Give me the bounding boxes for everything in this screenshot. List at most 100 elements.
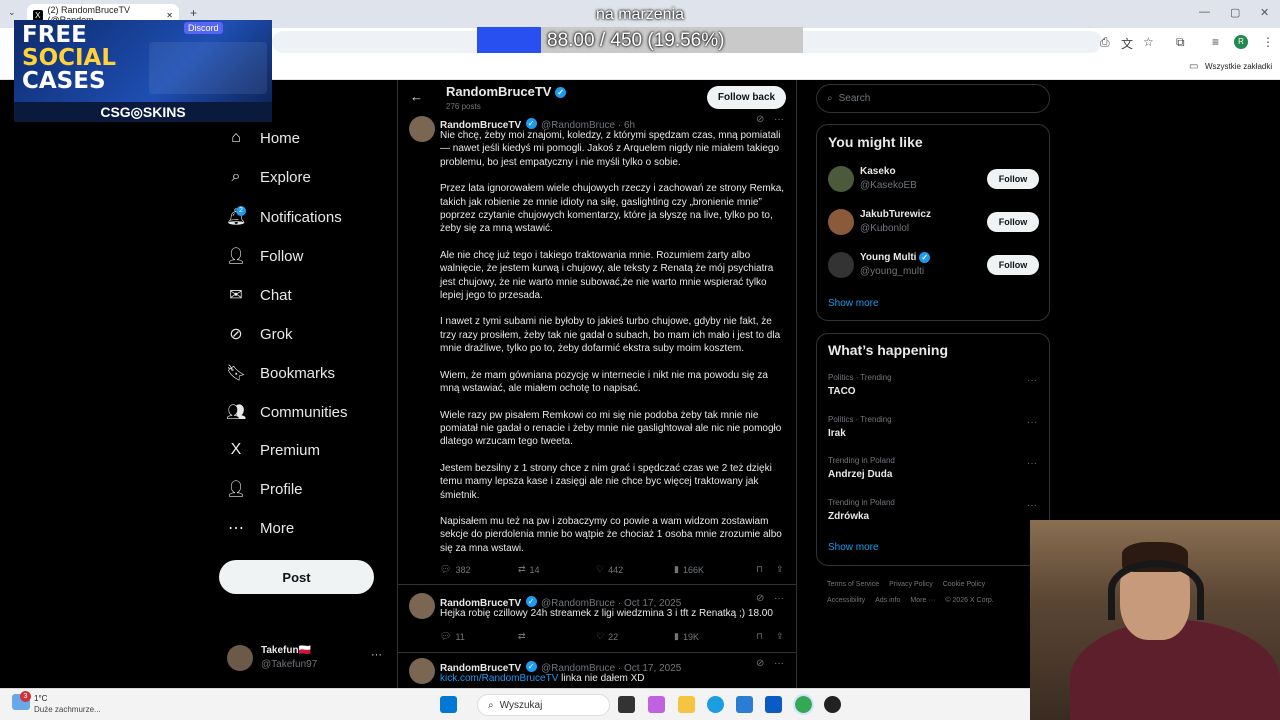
share-icon[interactable]: ⇪ bbox=[776, 564, 784, 575]
grok-icon[interactable]: ⊘ bbox=[756, 114, 764, 125]
task-view-icon[interactable] bbox=[618, 696, 635, 713]
nav-item-bookmarks[interactable]: 🔖︎ Bookmarks bbox=[226, 363, 335, 383]
footer-link[interactable]: Accessibility bbox=[827, 597, 865, 604]
nav-item-communities[interactable]: 👥︎ Communities bbox=[226, 402, 348, 422]
file-explorer-icon[interactable] bbox=[678, 696, 695, 713]
app-icon[interactable] bbox=[765, 696, 782, 713]
show-more-link[interactable]: Show more bbox=[828, 298, 879, 309]
nav-item-profile[interactable]: 👤︎ Profile bbox=[226, 479, 303, 499]
follow-back-button[interactable]: Follow back bbox=[707, 86, 786, 109]
tweet-more-icon[interactable]: ··· bbox=[774, 593, 784, 604]
footer-link[interactable]: Cookie Policy bbox=[943, 581, 985, 588]
tab-list-icon[interactable]: ⌄ bbox=[8, 7, 16, 18]
nav-label: Bookmarks bbox=[260, 364, 336, 382]
profile-avatar[interactable]: R bbox=[1234, 35, 1248, 49]
trend-title: Zdrówka bbox=[828, 510, 870, 522]
footer-link[interactable]: Terms of Service bbox=[827, 581, 879, 588]
views-action[interactable]: ▮ 19K bbox=[674, 631, 756, 642]
nav-item-premium[interactable]: X Premium bbox=[226, 441, 320, 459]
account-switcher[interactable]: Takefun🇵🇱 @Takefun97 ··· bbox=[227, 645, 387, 673]
trend-more-icon[interactable]: ··· bbox=[1027, 500, 1037, 511]
obs-icon[interactable] bbox=[824, 696, 841, 713]
close-tab-icon[interactable]: ✕ bbox=[166, 11, 173, 20]
post-button[interactable]: Post bbox=[219, 560, 374, 594]
nav-item-chat[interactable]: ✉ Chat bbox=[226, 285, 291, 305]
footer-link[interactable]: Privacy Policy bbox=[889, 581, 933, 588]
back-arrow-icon[interactable]: ← bbox=[410, 89, 423, 104]
show-more-trends-link[interactable]: Show more bbox=[828, 542, 879, 553]
bookmark-icon[interactable]: ⊓ bbox=[756, 631, 776, 642]
might-like-title: You might like bbox=[828, 134, 923, 150]
trend-item[interactable]: Trending in Poland Andrzej Duda ··· bbox=[817, 456, 1049, 490]
nav-item-more[interactable]: ⋯ More bbox=[226, 518, 294, 538]
like-action[interactable]: ♡ 22 bbox=[596, 631, 674, 642]
trend-more-icon[interactable]: ··· bbox=[1027, 458, 1037, 469]
trend-more-icon[interactable]: ··· bbox=[1027, 417, 1037, 428]
suggestion-item[interactable]: Young Multi ✓ @young_multi Follow bbox=[817, 252, 1049, 284]
bookmarks-icon: 🔖︎ bbox=[226, 365, 247, 382]
close-window-icon[interactable]: ✕ bbox=[1260, 6, 1269, 19]
trend-item[interactable]: Politics · Trending Irak ··· bbox=[817, 415, 1049, 449]
tweet-more-icon[interactable]: ··· bbox=[774, 658, 784, 669]
footer-link[interactable]: Ads info bbox=[875, 597, 900, 604]
grok-icon[interactable]: ⊘ bbox=[756, 593, 764, 604]
bookmark-icon[interactable]: ⊓ bbox=[756, 564, 776, 575]
bookmark-star-icon[interactable]: ☆ bbox=[1143, 35, 1154, 49]
windows-taskbar: 3 1°C Duże zachmurze... ⌕ Wyszukaj bbox=[0, 688, 1030, 720]
start-icon[interactable] bbox=[440, 696, 457, 713]
nav-item-follow[interactable]: 👤︎ Follow bbox=[226, 246, 303, 266]
repost-action[interactable]: ⇄ 14 bbox=[518, 564, 596, 575]
headphones bbox=[1108, 560, 1204, 620]
tweet-avatar[interactable] bbox=[409, 116, 435, 142]
view-count: 166K bbox=[682, 564, 704, 575]
trend-more-icon[interactable]: ··· bbox=[1027, 375, 1037, 386]
kick-link[interactable]: kick.com/RandomBruceTV bbox=[440, 673, 558, 684]
tweet[interactable]: RandomBruceTV ✓ @RandomBruce · Oct 17, 2… bbox=[398, 591, 796, 653]
menu-icon[interactable]: ⋮ bbox=[1262, 35, 1274, 49]
nav-item-explore[interactable]: ⌕ Explore bbox=[226, 168, 311, 186]
nav-label: Premium bbox=[260, 441, 321, 459]
install-icon[interactable]: ⎙ bbox=[1100, 35, 1110, 50]
tweet-more-icon[interactable]: ··· bbox=[774, 114, 784, 125]
store-icon[interactable] bbox=[736, 696, 753, 713]
share-icon[interactable]: ⇪ bbox=[776, 631, 784, 642]
trend-item[interactable]: Politics · Trending TACO ··· bbox=[817, 373, 1049, 407]
follow-button[interactable]: Follow bbox=[987, 169, 1039, 189]
tweet[interactable]: RandomBruceTV ✓ @RandomBruce · Oct 17, 2… bbox=[398, 656, 796, 690]
footer-link[interactable]: More ··· bbox=[910, 597, 935, 604]
tweet[interactable]: RandomBruceTV ✓ @RandomBruce · 6h ⊘ ··· … bbox=[398, 114, 796, 585]
suggestion-avatar[interactable] bbox=[828, 209, 854, 235]
extensions-icon[interactable]: ⧉ bbox=[1176, 35, 1185, 50]
copilot-icon[interactable] bbox=[648, 696, 665, 713]
maximize-icon[interactable]: ▢ bbox=[1230, 6, 1240, 19]
chrome-icon[interactable] bbox=[793, 694, 814, 715]
follow-button[interactable]: Follow bbox=[987, 255, 1039, 275]
follow-button[interactable]: Follow bbox=[987, 212, 1039, 232]
tweet-avatar[interactable] bbox=[409, 658, 435, 684]
search-input[interactable]: ⌕ Search bbox=[816, 84, 1050, 113]
suggestion-avatar[interactable] bbox=[828, 252, 854, 278]
repost-action[interactable]: ⇄ bbox=[518, 631, 596, 642]
translate-icon[interactable]: 文 bbox=[1121, 35, 1133, 52]
nav-item-grok[interactable]: ⊘ Grok bbox=[226, 324, 293, 344]
grok-icon[interactable]: ⊘ bbox=[756, 658, 764, 669]
like-action[interactable]: ♡ 442 bbox=[596, 564, 674, 575]
new-tab-button[interactable]: + bbox=[190, 6, 197, 20]
trend-item[interactable]: Trending in Poland Zdrówka ··· bbox=[817, 498, 1049, 532]
nav-item-home[interactable]: ⌂ Home bbox=[226, 129, 300, 147]
more-options-icon[interactable]: ··· bbox=[371, 649, 382, 661]
profile-header: ← RandomBruceTV ✓ 276 posts Follow back bbox=[398, 80, 796, 114]
reply-action[interactable]: 💬︎ 382 bbox=[440, 564, 518, 575]
suggestion-avatar[interactable] bbox=[828, 166, 854, 192]
reply-action[interactable]: 💬︎ 11 bbox=[440, 631, 518, 642]
suggestion-item[interactable]: JakubTurewicz @Kubonlol Follow bbox=[817, 209, 1049, 241]
suggestion-item[interactable]: Kaseko @KasekoEB Follow bbox=[817, 166, 1049, 198]
all-bookmarks-link[interactable]: Wszystkie zakładki bbox=[1205, 62, 1272, 71]
tweet-avatar[interactable] bbox=[409, 593, 435, 619]
nav-label: Grok bbox=[260, 325, 293, 343]
views-action[interactable]: ▮ 166K bbox=[674, 564, 756, 575]
taskbar-search[interactable]: ⌕ Wyszukaj bbox=[477, 694, 610, 716]
minimize-icon[interactable]: — bbox=[1199, 6, 1210, 18]
reading-list-icon[interactable]: ≡ bbox=[1212, 35, 1219, 49]
edge-icon[interactable] bbox=[707, 696, 724, 713]
